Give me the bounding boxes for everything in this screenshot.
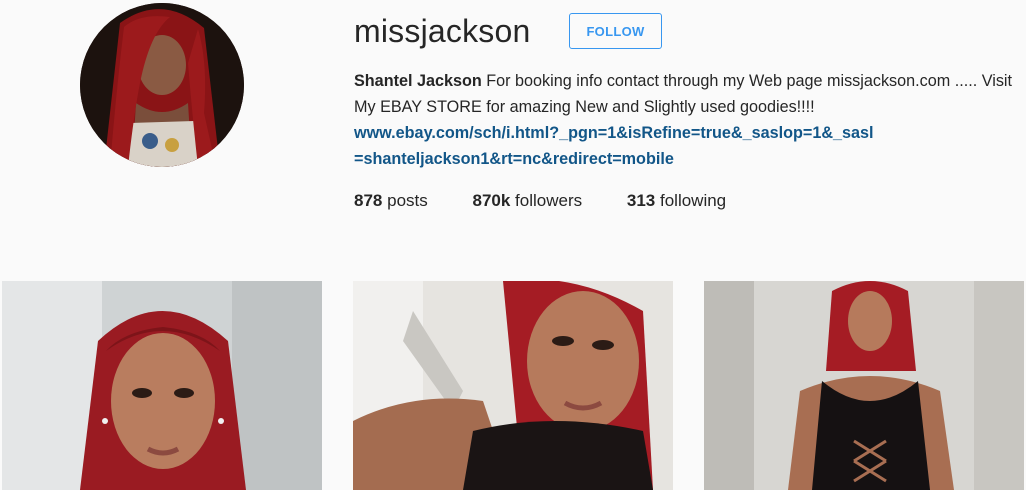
stat-posts: 878 posts [354, 188, 428, 214]
post-thumbnail-2[interactable] [353, 281, 673, 490]
post-thumbnail-1[interactable] [2, 281, 322, 490]
post-image-3 [704, 281, 1024, 490]
profile-full-name: Shantel Jackson [354, 72, 482, 90]
avatar-image [80, 3, 244, 167]
followers-label: followers [515, 191, 583, 210]
stat-followers[interactable]: 870k followers [472, 188, 582, 214]
following-count: 313 [626, 191, 656, 210]
posts-count: 878 [354, 191, 383, 210]
bio-link[interactable]: www.ebay.com/sch/i.html?_pgn=1&isRefine=… [354, 120, 874, 172]
stat-following[interactable]: 313 following [627, 188, 726, 214]
post-image-2 [353, 281, 673, 490]
followers-count: 870k [472, 191, 511, 210]
posts-label: posts [387, 191, 428, 210]
profile-username: missjackson [354, 13, 531, 49]
following-label: following [659, 191, 727, 210]
profile-avatar [80, 3, 244, 167]
post-thumbnail-3[interactable] [704, 281, 1024, 490]
profile-stats: 878 posts 870k followers 313 following [354, 188, 726, 214]
post-image-1 [2, 281, 322, 490]
follow-button[interactable]: FOLLOW [569, 13, 662, 49]
profile-bio: Shantel Jackson For booking info contact… [354, 68, 1026, 172]
